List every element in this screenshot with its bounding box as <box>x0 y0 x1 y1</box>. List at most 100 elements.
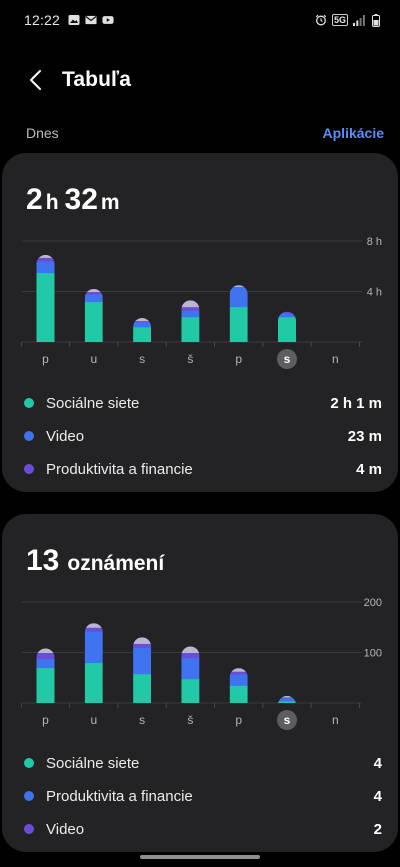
youtube-icon <box>102 14 114 26</box>
legend-dot <box>24 758 34 768</box>
total-notifications: 13 oznámení <box>26 544 170 578</box>
notifications-day-label: s <box>139 713 145 727</box>
legend-dot <box>24 398 34 408</box>
notifications-bar-segment <box>84 662 103 703</box>
notifications-bar-segment <box>229 671 248 675</box>
screen-time-day-label: š <box>187 352 193 366</box>
legend-category-name: Sociálne siete <box>46 394 140 412</box>
screen-time-bar <box>84 288 103 342</box>
legend-category-value: 4 <box>373 754 382 772</box>
app-header: Tabuľa <box>0 58 400 102</box>
notifications-chart-svg: 200 100 p u s š p s n <box>20 597 382 730</box>
gesture-nav-handle[interactable] <box>140 855 260 859</box>
back-button[interactable] <box>14 58 58 102</box>
notifications-day-label: s <box>284 713 291 727</box>
notifications-bar <box>278 695 296 704</box>
screen-time-bar-segment <box>229 286 248 308</box>
screen-time-legend: Sociálne siete 2 h 1 m Video 23 m Produktivi… <box>24 392 382 482</box>
legend-dot <box>24 464 34 474</box>
battery-icon <box>370 13 382 27</box>
notifications-bar-segment <box>181 652 200 659</box>
notifications-bar-segment <box>229 674 248 686</box>
screen-time-bar-segment <box>36 261 55 274</box>
screen-time-day-label: p <box>235 352 242 366</box>
notifications-bar-segment <box>133 673 152 703</box>
status-time: 12:22 <box>24 12 61 28</box>
page-title: Tabuľa <box>62 68 131 91</box>
period-row: Dnes Aplikácie <box>0 120 400 146</box>
notifications-legend: Sociálne siete 4 Produktivita a financie 4 V… <box>24 752 382 842</box>
screen-time-bar-segment <box>181 306 200 311</box>
signal-icon <box>353 14 365 26</box>
legend-category-name: Produktivita a financie <box>46 460 193 478</box>
screen-time-bar <box>36 254 55 343</box>
notifications-y-tick-label: 100 <box>364 648 382 660</box>
network-type-label: 5G <box>331 14 348 26</box>
notifications-bar-segment <box>36 658 55 669</box>
alarm-icon <box>315 14 327 26</box>
screen-time-day-label: p <box>42 352 49 366</box>
screen-time-bar-segment <box>181 316 200 342</box>
notifications-legend-item[interactable]: Produktivita a financie 4 <box>24 785 382 807</box>
screen-time-legend-item[interactable]: Produktivita a financie 4 m <box>24 458 382 480</box>
screen-time-day-label: u <box>90 352 97 366</box>
screen-time-bar-segment <box>278 316 296 342</box>
screen-time-minutes: 32 <box>64 183 98 216</box>
notifications-legend-item[interactable]: Video 2 <box>24 818 382 840</box>
gallery-icon <box>68 14 80 26</box>
screen-time-bar-segment <box>133 326 152 342</box>
screen-time-bar <box>278 311 296 342</box>
notifications-bar-segment <box>229 685 248 703</box>
notifications-chart[interactable]: 200 100 p u s š p s n <box>2 592 398 742</box>
notifications-bar <box>36 648 55 703</box>
notifications-card[interactable]: 13 oznámení 200 100 p u s š p s n Sociálne siete… <box>2 514 398 852</box>
gmail-icon <box>85 14 97 26</box>
screen-time-legend-item[interactable]: Sociálne siete 2 h 1 m <box>24 392 382 414</box>
notifications-bar-segment <box>278 695 296 698</box>
screen-time-bar-segment <box>36 272 55 343</box>
screen-time-legend-item[interactable]: Video 23 m <box>24 425 382 447</box>
notifications-legend-item[interactable]: Sociálne siete 4 <box>24 752 382 774</box>
notifications-bar-segment <box>181 657 200 680</box>
screen-time-bar-segment <box>278 312 296 318</box>
legend-category-name: Produktivita a financie <box>46 787 193 805</box>
legend-category-name: Video <box>46 820 85 838</box>
screen-time-chart[interactable]: 8 h 4 h p u s š p s n <box>2 231 398 381</box>
screen-time-card[interactable]: 2 h 32 m 8 h 4 h p u s š p s n Sociálne siete 2 h… <box>2 153 398 492</box>
screen-time-chart-svg: 8 h 4 h p u s š p s n <box>20 236 382 369</box>
total-screen-time: 2 h 32 m <box>26 183 126 217</box>
notifications-label: oznámení <box>67 552 165 575</box>
notifications-day-label: p <box>42 713 49 727</box>
notifications-bar <box>84 623 103 703</box>
screen-time-bar-segment <box>84 301 103 342</box>
screen-time-y-tick-label: 8 h <box>367 236 382 248</box>
notifications-bar-segment <box>36 652 55 660</box>
notifications-day-label: u <box>90 713 97 727</box>
legend-category-name: Video <box>46 427 85 445</box>
notifications-bar-segment <box>229 668 248 672</box>
notifications-bar-segment <box>84 623 103 628</box>
screen-time-bar-segment <box>36 254 55 258</box>
screen-time-bar-segment <box>229 306 248 342</box>
legend-category-value: 4 <box>373 787 382 805</box>
apps-link[interactable]: Aplikácie <box>323 125 384 141</box>
screen-time-bar-segment <box>133 318 152 322</box>
legend-dot <box>24 824 34 834</box>
notifications-bar-segment <box>278 697 296 702</box>
screen-time-bar-segment <box>84 294 103 303</box>
notifications-bar <box>133 637 152 703</box>
screen-time-day-label: s <box>139 352 145 366</box>
legend-category-value: 2 h 1 m <box>330 394 382 412</box>
screen-time-bar-segment <box>181 300 200 308</box>
notifications-day-label: š <box>187 713 193 727</box>
notifications-bar-segment <box>133 643 152 648</box>
screen-time-day-label: n <box>332 352 339 366</box>
screen-time-bar-segment <box>229 285 248 287</box>
screen-time-y-tick-label: 4 h <box>367 287 382 299</box>
screen-time-bar-segment <box>278 311 296 314</box>
legend-category-name: Sociálne siete <box>46 754 140 772</box>
notifications-bar <box>181 646 200 703</box>
legend-dot <box>24 791 34 801</box>
notifications-bar-segment <box>84 631 103 664</box>
chevron-left-icon <box>30 70 41 90</box>
